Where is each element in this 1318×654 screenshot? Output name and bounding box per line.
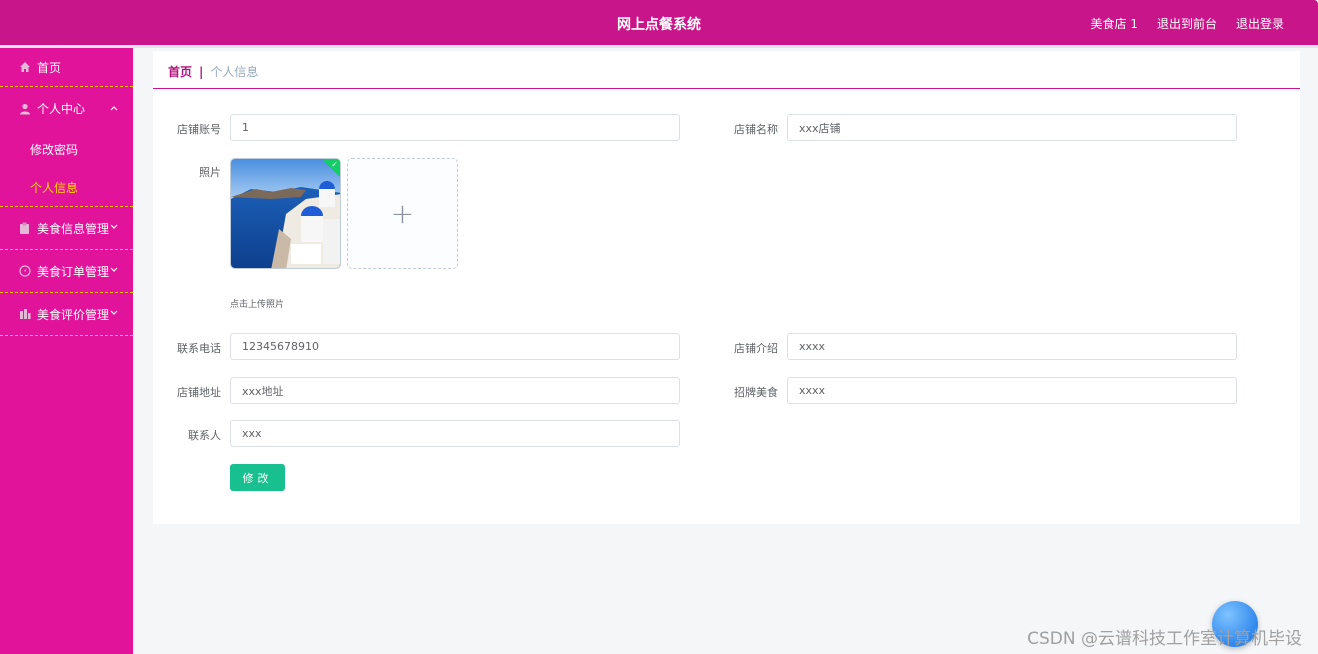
chevron-up-icon: [110, 104, 118, 114]
intro-label: 店铺介绍: [734, 342, 778, 355]
address-label: 店铺地址: [177, 386, 221, 399]
submit-button[interactable]: 修改: [230, 464, 285, 491]
store-user-link[interactable]: 美食店 1: [1091, 15, 1138, 32]
top-header: 网上点餐系统 美食店 1 退出到前台 退出登录: [0, 0, 1318, 45]
uploaded-photo[interactable]: ✓: [230, 158, 341, 269]
back-to-frontend-link[interactable]: 退出到前台: [1157, 15, 1217, 32]
contact-field[interactable]: xxx: [230, 420, 680, 447]
clipboard-icon: [18, 222, 31, 235]
breadcrumb-current: 个人信息: [210, 65, 259, 79]
sidebar-item-label: 美食订单管理: [37, 264, 110, 279]
sidebar-item-change-password[interactable]: 修改密码: [0, 130, 133, 168]
sidebar-item-personal-info[interactable]: 个人信息: [0, 168, 133, 206]
breadcrumb: 首页 | 个人信息: [168, 63, 258, 80]
plus-icon: +: [390, 197, 415, 230]
logout-link[interactable]: 退出登录: [1236, 15, 1284, 32]
breadcrumb-separator: |: [199, 64, 204, 79]
sidebar-item-label: 首页: [37, 60, 62, 75]
header-nav: 美食店 1 退出到前台 退出登录: [1091, 15, 1284, 32]
watermark: CSDN @云谱科技工作室计算机毕设: [1027, 629, 1302, 649]
store-name-label: 店铺名称: [734, 123, 778, 136]
personal-center-submenu: 修改密码 个人信息: [0, 130, 133, 207]
main-card: 首页 | 个人信息 店铺账号 1 店铺名称 xxx店铺 照片 ✓ + 点击上传照…: [153, 51, 1300, 524]
store-name-field[interactable]: xxx店铺: [787, 114, 1237, 141]
sidebar-item-personal-center[interactable]: 个人中心: [0, 87, 133, 130]
contact-label: 联系人: [188, 429, 221, 442]
sidebar-item-label: 美食评价管理: [37, 307, 110, 322]
intro-field[interactable]: xxxx: [787, 333, 1237, 360]
chevron-down-icon: [110, 266, 118, 276]
sidebar-item-label: 个人中心: [37, 102, 86, 116]
phone-field[interactable]: 12345678910: [230, 333, 680, 360]
breadcrumb-home[interactable]: 首页: [168, 63, 192, 80]
signature-dish-field[interactable]: xxxx: [787, 377, 1237, 404]
sidebar: 首页 个人中心 修改密码 个人信息 美食信息管理 美食订单管理 美食评价管理: [0, 48, 133, 654]
user-icon: [18, 102, 31, 115]
sidebar-item-label: 美食信息管理: [37, 221, 110, 236]
address-field[interactable]: xxx地址: [230, 377, 680, 404]
upload-tip: 点击上传照片: [230, 300, 285, 310]
account-label: 店铺账号: [177, 123, 221, 136]
compass-icon: [18, 265, 31, 278]
phone-label: 联系电话: [177, 342, 221, 355]
chevron-down-icon: [110, 309, 118, 319]
chevron-down-icon: [110, 223, 118, 233]
header-divider: [0, 45, 1318, 48]
check-icon: ✓: [331, 160, 338, 169]
signature-dish-label: 招牌美食: [734, 386, 778, 399]
account-field[interactable]: 1: [230, 114, 680, 141]
chart-icon: [18, 308, 31, 321]
home-icon: [18, 61, 31, 74]
sidebar-item-food-info[interactable]: 美食信息管理: [0, 207, 133, 250]
photo-label: 照片: [199, 166, 221, 179]
sidebar-item-home[interactable]: 首页: [0, 48, 133, 87]
breadcrumb-divider: [153, 88, 1300, 89]
sidebar-item-food-orders[interactable]: 美食订单管理: [0, 250, 133, 293]
upload-photo-button[interactable]: +: [347, 158, 458, 269]
sidebar-item-food-reviews[interactable]: 美食评价管理: [0, 293, 133, 336]
